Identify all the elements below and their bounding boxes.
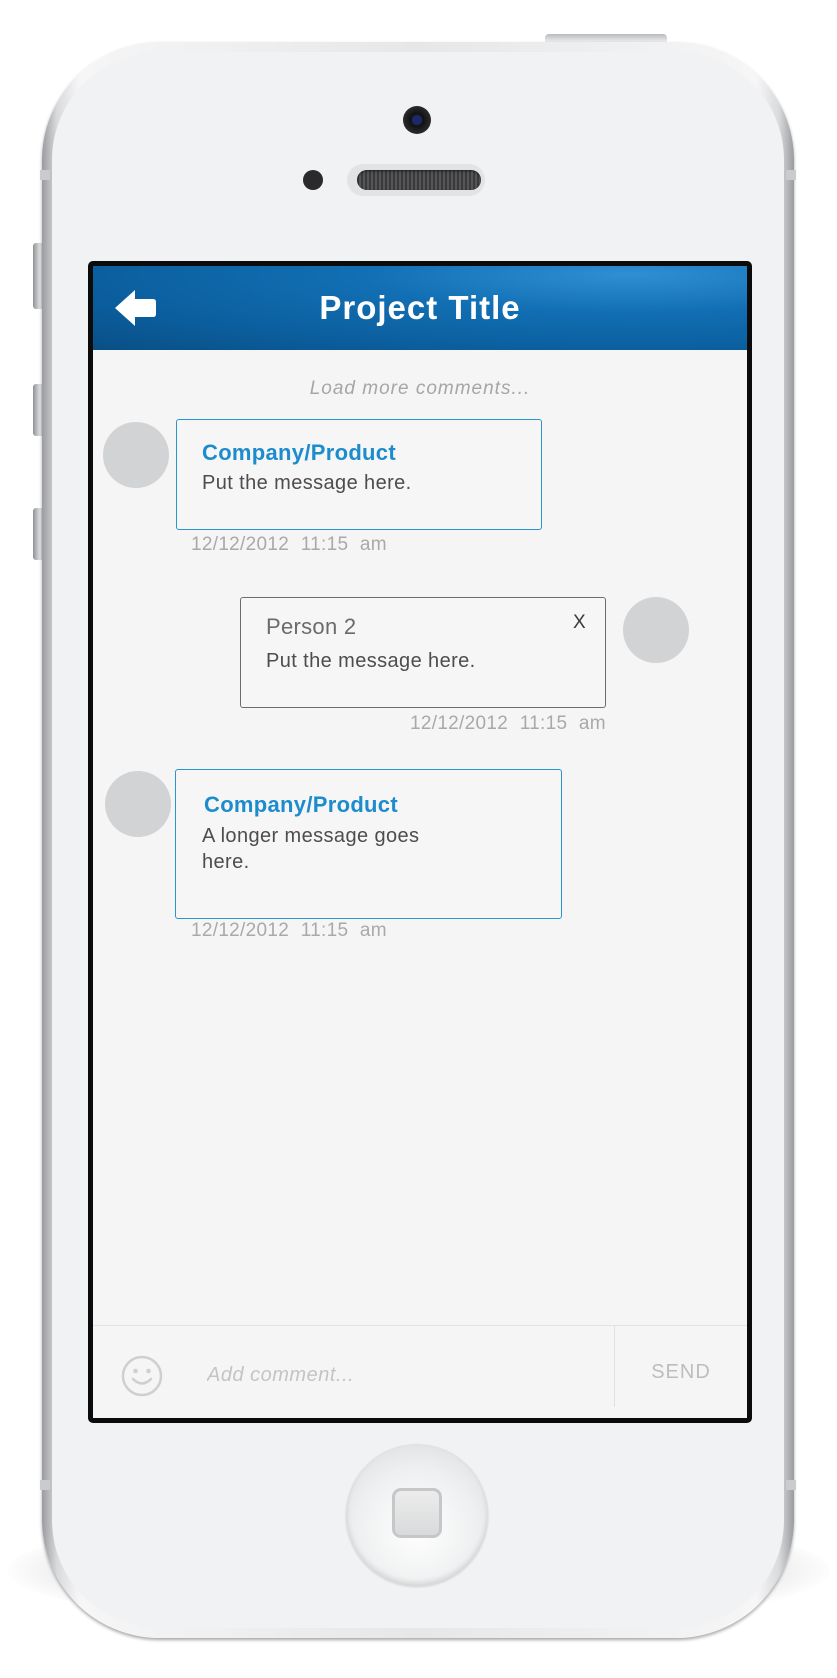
send-button[interactable]: SEND	[615, 1326, 747, 1418]
message-text: A longer message goes here.	[202, 825, 420, 873]
avatar	[623, 597, 689, 663]
antenna-band	[40, 170, 50, 180]
page-title: Project Title	[319, 289, 521, 326]
delete-message-button[interactable]: X	[573, 612, 586, 634]
message-bubble: Person 2 X Put the message here.	[240, 597, 606, 708]
message-date: 12/12/2012	[191, 534, 290, 555]
app-screen: Project Title Load more comments... Comp…	[88, 261, 752, 1423]
comment-input[interactable]	[205, 1352, 569, 1398]
message-time: 11:15 am	[300, 920, 387, 941]
message-timestamp: 12/12/2012 11:15 am	[191, 920, 387, 942]
avatar	[103, 422, 169, 488]
message-sender: Person 2	[266, 614, 357, 639]
message-timestamp: 12/12/2012 11:15 am	[410, 713, 606, 735]
message-bubble: Company/Product A longer message goes he…	[175, 769, 562, 919]
antenna-band	[786, 1480, 796, 1490]
message-text: Put the message here.	[266, 650, 476, 672]
message-sender: Company/Product	[202, 440, 396, 465]
load-more-comments-link[interactable]: Load more comments...	[93, 378, 747, 400]
message-timestamp: 12/12/2012 11:15 am	[191, 534, 387, 556]
earpiece-speaker	[357, 170, 481, 190]
message-bubble: Company/Product Put the message here.	[176, 419, 542, 530]
avatar	[105, 771, 171, 837]
proximity-sensor	[303, 170, 323, 190]
home-button-icon	[392, 1488, 442, 1538]
message-date: 12/12/2012	[410, 713, 509, 734]
message-time: 11:15 am	[300, 534, 387, 555]
front-camera	[403, 106, 431, 134]
antenna-band	[40, 1480, 50, 1490]
message-text: Put the message here.	[202, 472, 412, 494]
navigation-bar: Project Title	[93, 266, 747, 350]
message-time: 11:15 am	[519, 713, 606, 734]
message-sender: Company/Product	[204, 792, 398, 817]
antenna-band	[786, 170, 796, 180]
smiley-icon[interactable]	[121, 1355, 163, 1397]
comment-composer: SEND	[93, 1325, 747, 1418]
message-date: 12/12/2012	[191, 920, 290, 941]
device-mockup: Project Title Load more comments... Comp…	[0, 0, 837, 1678]
